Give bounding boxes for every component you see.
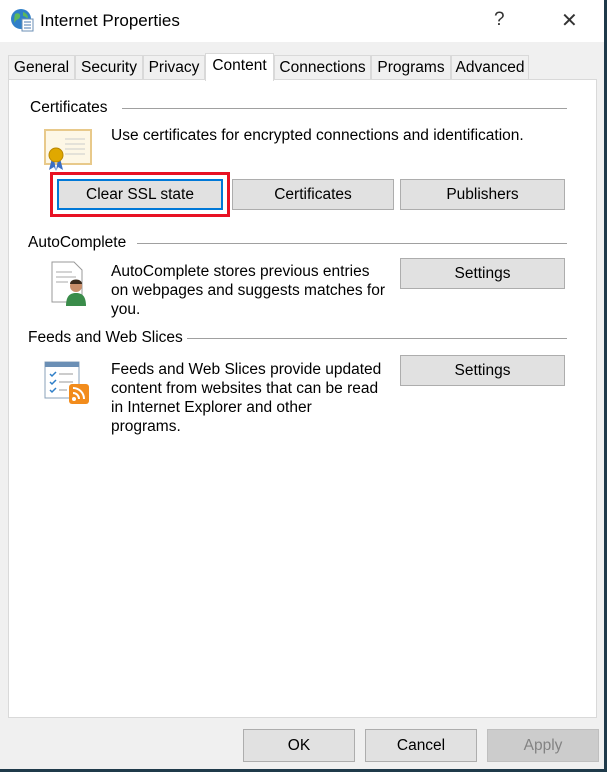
title-bar: Internet Properties ? ✕	[0, 0, 604, 42]
feeds-settings-button[interactable]: Settings	[400, 355, 565, 386]
tab-content[interactable]: Content	[205, 53, 274, 81]
close-button[interactable]: ✕	[561, 8, 578, 33]
autocomplete-icon	[51, 261, 86, 306]
text-line: in Internet Explorer and other	[111, 399, 312, 416]
certificates-description: Use certificates for encrypted connectio…	[111, 127, 524, 144]
text-line: on webpages and suggests matches for	[111, 282, 386, 299]
text-line: content from websites that can be read	[111, 380, 379, 397]
tab-privacy[interactable]: Privacy	[143, 55, 205, 80]
feeds-description: Feeds and Web Slices provide updated con…	[111, 360, 381, 436]
window-title: Internet Properties	[40, 11, 180, 30]
certificates-button[interactable]: Certificates	[232, 179, 394, 210]
internet-globe-icon	[11, 9, 34, 32]
ok-button[interactable]: OK	[243, 729, 355, 762]
publishers-button[interactable]: Publishers	[400, 179, 565, 210]
divider	[137, 243, 567, 244]
help-button[interactable]: ?	[494, 9, 505, 31]
text-line: programs.	[111, 418, 181, 435]
cancel-button[interactable]: Cancel	[365, 729, 477, 762]
tab-programs[interactable]: Programs	[371, 55, 451, 80]
autocomplete-heading: AutoComplete	[28, 234, 127, 251]
divider	[187, 338, 567, 339]
autocomplete-settings-button[interactable]: Settings	[400, 258, 565, 289]
apply-button[interactable]: Apply	[487, 729, 599, 762]
clear-ssl-state-button[interactable]: Clear SSL state	[57, 179, 223, 210]
text-line: Feeds and Web Slices provide updated	[111, 361, 382, 378]
internet-properties-dialog: Internet Properties ? ✕ General Security…	[0, 0, 604, 769]
feeds-icon	[44, 361, 89, 404]
certificate-icon	[44, 129, 92, 171]
feeds-heading: Feeds and Web Slices	[28, 329, 183, 346]
divider	[122, 108, 567, 109]
text-line: you.	[111, 301, 141, 318]
tab-security[interactable]: Security	[75, 55, 143, 80]
tab-connections[interactable]: Connections	[274, 55, 371, 80]
text-line: AutoComplete stores previous entries	[111, 263, 370, 280]
tab-advanced[interactable]: Advanced	[451, 55, 529, 80]
certificates-heading: Certificates	[30, 99, 108, 116]
autocomplete-description: AutoComplete stores previous entries on …	[111, 262, 385, 319]
tab-general[interactable]: General	[8, 55, 75, 80]
